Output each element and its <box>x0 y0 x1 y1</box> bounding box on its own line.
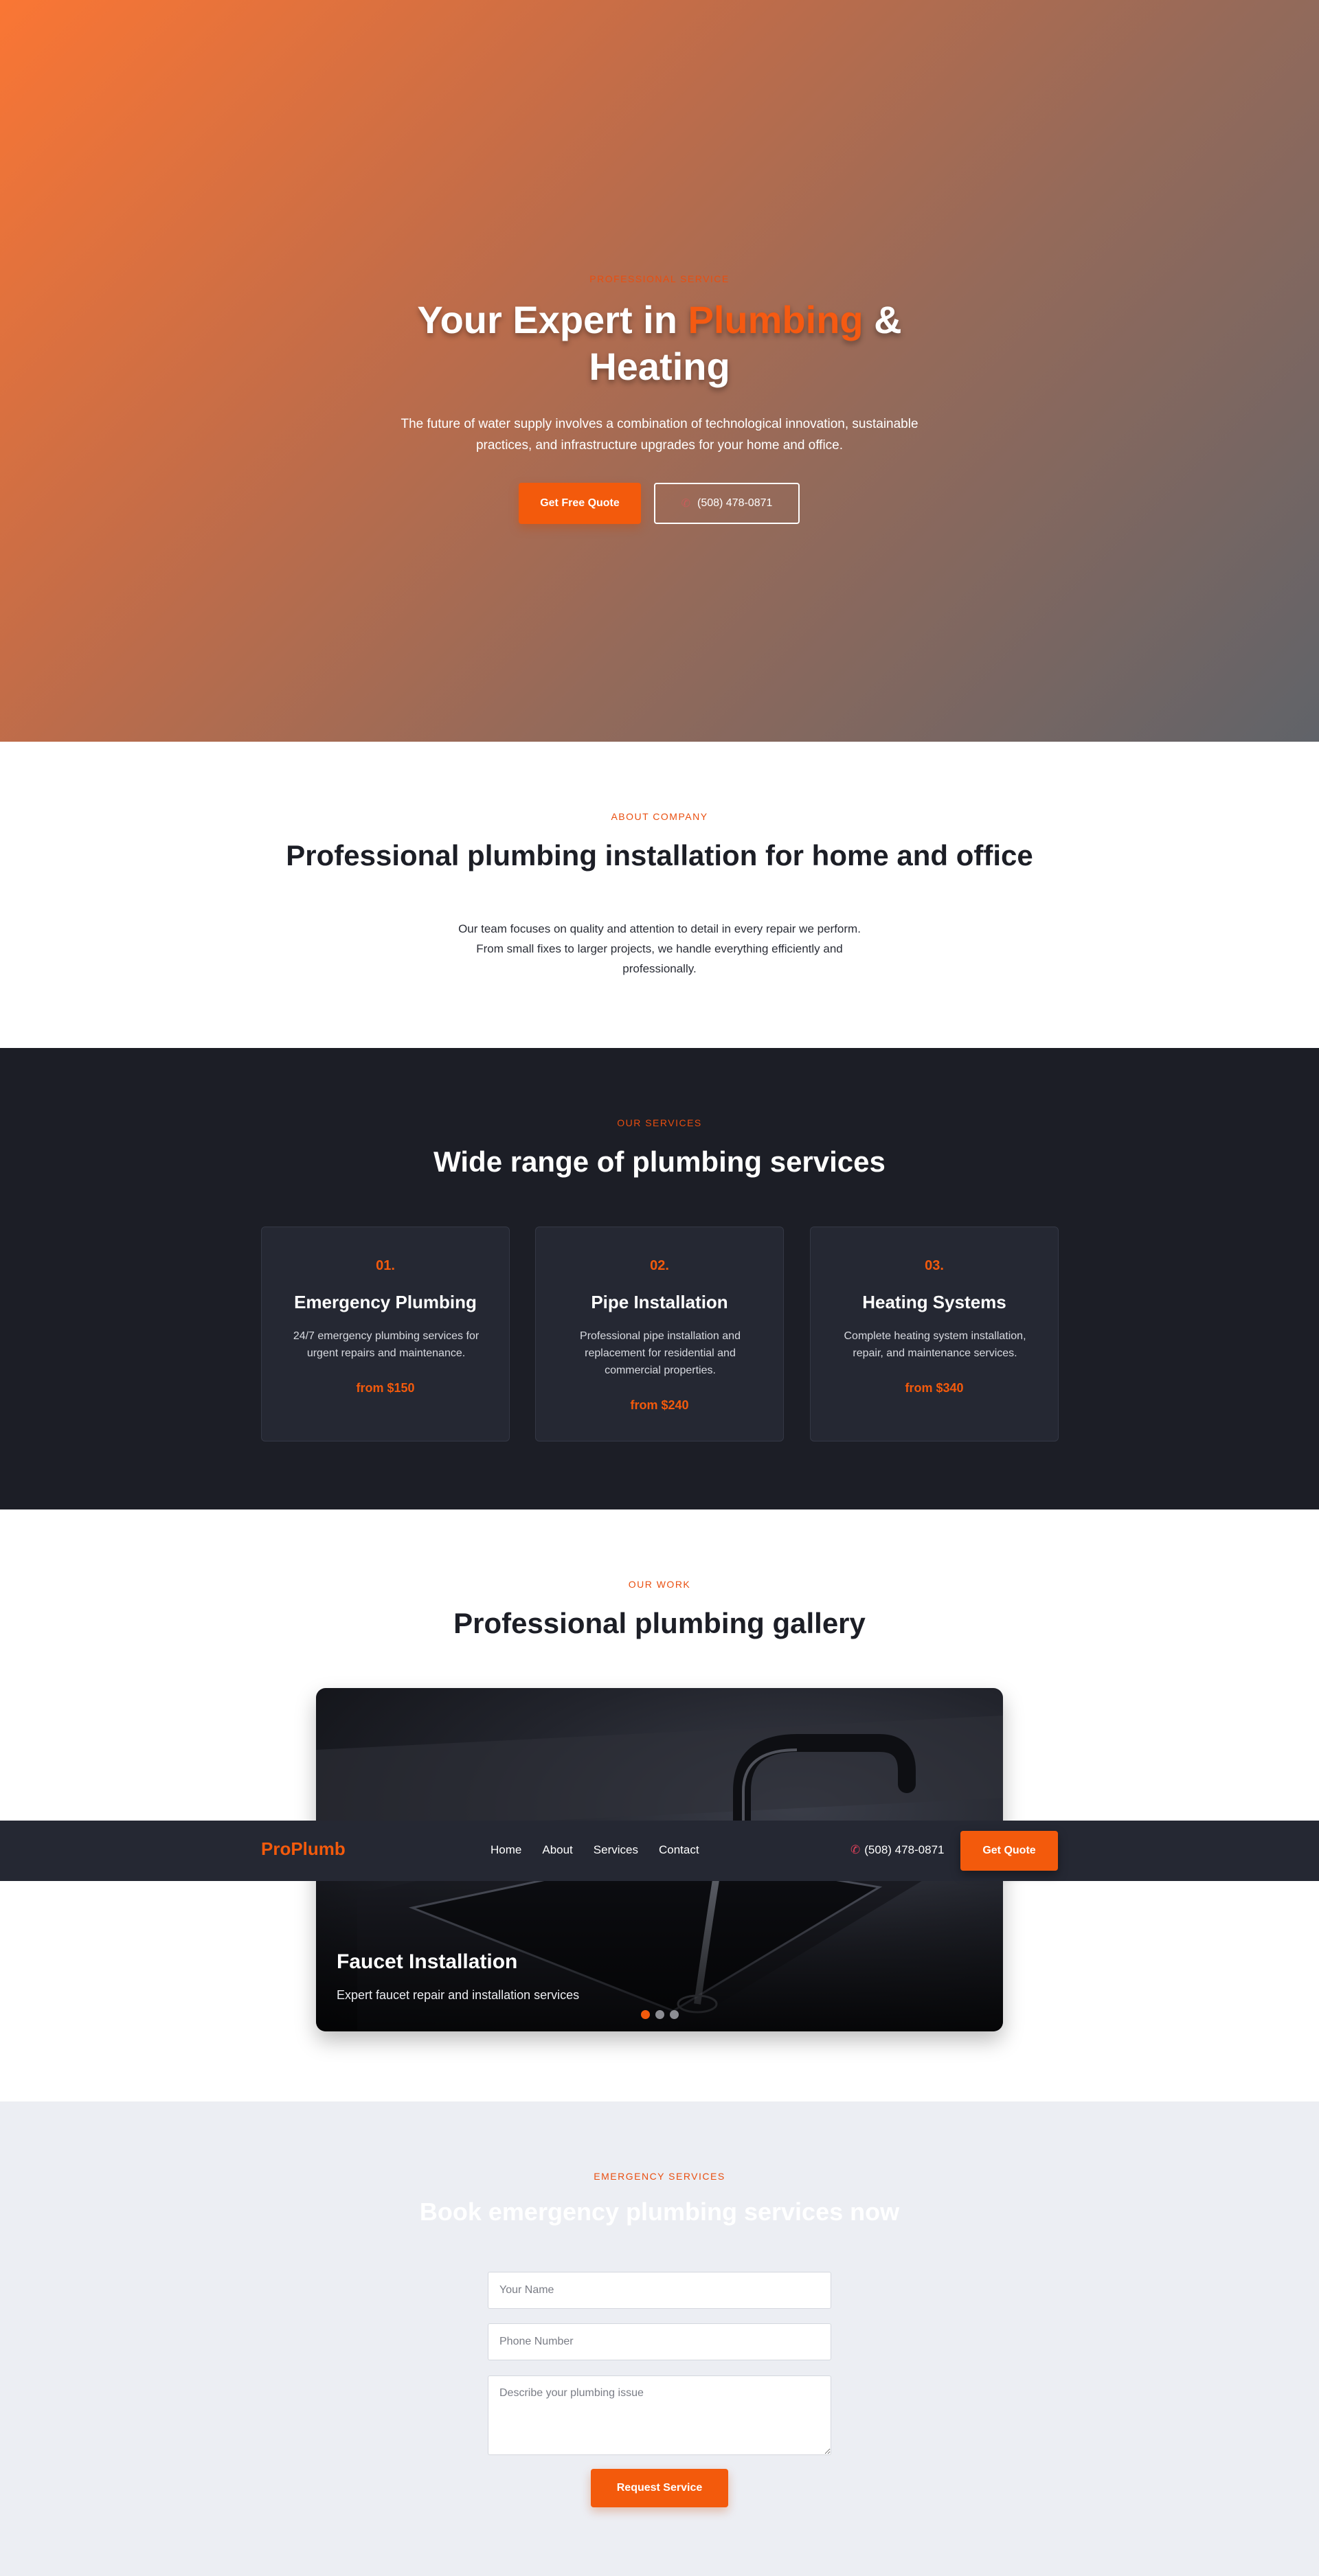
gallery-section: OUR WORK Professional plumbing gallery F… <box>0 1509 1319 2101</box>
nav-links: Home About Services Contact <box>491 1843 699 1857</box>
slider-dot-3[interactable] <box>670 2010 679 2019</box>
service-card-emergency[interactable]: 01. Emergency Plumbing 24/7 emergency pl… <box>261 1227 510 1441</box>
logo[interactable]: ProPlumb <box>261 1838 346 1860</box>
phone-field[interactable] <box>488 2323 831 2360</box>
card-number: 02. <box>650 1258 669 1273</box>
navbar: ProPlumb Home About Services Contact ✆ (… <box>0 1821 1319 1881</box>
card-title: Pipe Installation <box>591 1292 728 1312</box>
card-description: Professional pipe installation and repla… <box>580 1330 741 1376</box>
about-section: ABOUT COMPANY Professional plumbing inst… <box>0 742 1319 1048</box>
nav-link-contact[interactable]: Contact <box>659 1843 699 1857</box>
nav-link-services[interactable]: Services <box>594 1843 638 1857</box>
request-service-button[interactable]: Request Service <box>591 2469 728 2507</box>
emergency-title: Book emergency plumbing services now <box>419 2198 900 2226</box>
slide-caption: Expert faucet repair and installation se… <box>337 1988 580 2002</box>
services-section: OUR SERVICES Wide range of plumbing serv… <box>0 1048 1319 1509</box>
phone-icon: ✆ <box>681 498 690 510</box>
hero-title-start: Your Expert in <box>417 298 688 341</box>
gallery-tag: OUR WORK <box>628 1579 691 1590</box>
card-title: Emergency Plumbing <box>294 1292 477 1312</box>
about-title: Professional plumbing installation for h… <box>286 839 1033 871</box>
hero-phone-label: (508) 478-0871 <box>697 497 773 509</box>
card-title: Heating Systems <box>862 1292 1006 1312</box>
about-body: Our team focuses on quality and attentio… <box>458 922 861 975</box>
card-number: 01. <box>376 1258 395 1273</box>
slider-dots <box>641 2010 679 2019</box>
get-free-quote-button[interactable]: Get Free Quote <box>519 483 641 524</box>
slider-dot-1[interactable] <box>641 2010 650 2019</box>
service-card-heating[interactable]: 03. Heating Systems Complete heating sys… <box>810 1227 1059 1441</box>
nav-phone-number: (508) 478-0871 <box>864 1843 945 1856</box>
card-description: Complete heating system installation, re… <box>844 1330 1026 1359</box>
hero-title: Your Expert in Plumbing & Heating <box>385 297 934 390</box>
slide-title: Faucet Installation <box>337 1950 518 1973</box>
nav-link-about[interactable]: About <box>542 1843 572 1857</box>
services-tag: OUR SERVICES <box>617 1117 702 1128</box>
hero-section: PROFESSIONAL SERVICE Your Expert in Plum… <box>0 0 1319 742</box>
about-tag: ABOUT COMPANY <box>611 811 708 822</box>
card-price: from $150 <box>356 1381 415 1395</box>
card-price: from $340 <box>905 1381 964 1395</box>
phone-icon: ✆ <box>850 1843 861 1856</box>
slider-dot-2[interactable] <box>655 2010 664 2019</box>
card-price: from $240 <box>630 1398 689 1412</box>
get-quote-button[interactable]: Get Quote <box>960 1831 1058 1871</box>
card-description: 24/7 emergency plumbing services for urg… <box>293 1330 480 1359</box>
service-card-pipe[interactable]: 02. Pipe Installation Professional pipe … <box>535 1227 784 1441</box>
emergency-section: EMERGENCY SERVICES Book emergency plumbi… <box>0 2101 1319 2576</box>
nav-link-home[interactable]: Home <box>491 1843 521 1857</box>
hero-subtitle: The future of water supply involves a co… <box>401 417 918 453</box>
name-field[interactable] <box>488 2272 831 2309</box>
services-title: Wide range of plumbing services <box>433 1145 886 1178</box>
emergency-tag: EMERGENCY SERVICES <box>594 2171 725 2182</box>
hero-title-accent: Plumbing <box>688 298 864 341</box>
hero-tag: PROFESSIONAL SERVICE <box>589 273 730 284</box>
gallery-title: Professional plumbing gallery <box>453 1607 866 1639</box>
issue-field[interactable] <box>488 2375 831 2455</box>
nav-phone[interactable]: ✆ (508) 478-0871 <box>850 1843 945 1857</box>
card-number: 03. <box>925 1258 944 1273</box>
hero-phone-button[interactable]: ✆ (508) 478-0871 <box>654 483 800 524</box>
